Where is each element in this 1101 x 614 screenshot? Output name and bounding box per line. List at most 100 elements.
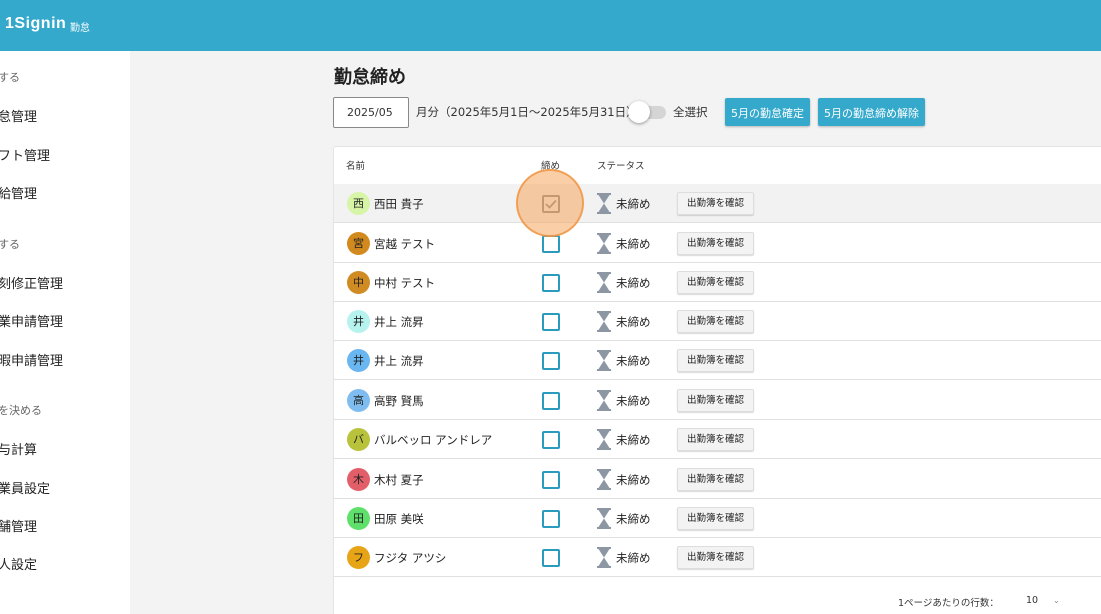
- hourglass-icon: [597, 508, 611, 529]
- check-attendance-button[interactable]: 出勤簿を確認: [677, 192, 754, 215]
- avatar: 中: [347, 271, 370, 294]
- close-checkbox[interactable]: [542, 471, 560, 489]
- table-row: 中中村 テスト 未締め 出勤簿を確認: [334, 263, 1101, 302]
- top-app-bar: 1Signin 勤怠: [0, 0, 1101, 51]
- toggle-knob: [628, 101, 650, 123]
- table-row: 井井上 流昇 未締め 出勤簿を確認: [334, 302, 1101, 341]
- check-attendance-button[interactable]: 出勤簿を確認: [677, 468, 754, 491]
- sidebar-section-label: する: [0, 71, 20, 84]
- sidebar: する 怠管理 フト管理 給管理 する 刻修正管理 業申請管理 暇申請管理 を決め…: [0, 51, 130, 614]
- avatar: バ: [347, 428, 370, 451]
- table-row: 高高野 賢馬 未締め 出勤簿を確認: [334, 381, 1101, 420]
- hourglass-icon: [597, 233, 611, 254]
- table-row: フフジタ アツシ 未締め 出勤簿を確認: [334, 538, 1101, 577]
- column-header-close: 締め: [541, 161, 561, 172]
- avatar: 井: [347, 349, 370, 372]
- status-text: 未締め: [616, 315, 651, 329]
- page-title: 勤怠締め: [334, 67, 406, 88]
- month-input[interactable]: 2025/05: [333, 97, 409, 128]
- sidebar-item-personal-settings[interactable]: 人設定: [0, 554, 37, 573]
- avatar: フ: [347, 546, 370, 569]
- period-label: 月分（2025年5月1日〜2025年5月31日）: [416, 105, 638, 119]
- hourglass-icon: [597, 469, 611, 490]
- sidebar-item-shift[interactable]: フト管理: [0, 145, 50, 164]
- column-header-name: 名前: [346, 161, 366, 172]
- close-checkbox[interactable]: [542, 510, 560, 528]
- release-close-button[interactable]: 5月の勤怠締め解除: [818, 98, 925, 126]
- hourglass-icon: [597, 272, 611, 293]
- sidebar-item-salary-calc[interactable]: 与計算: [0, 439, 37, 458]
- table-row: 木木村 夏子 未締め 出勤簿を確認: [334, 460, 1101, 499]
- check-attendance-button[interactable]: 出勤簿を確認: [677, 389, 754, 412]
- sidebar-section-label: する: [0, 238, 20, 251]
- sidebar-item-leave-requests[interactable]: 暇申請管理: [0, 350, 63, 369]
- avatar: 高: [347, 389, 370, 412]
- hourglass-icon: [597, 350, 611, 371]
- check-attendance-button[interactable]: 出勤簿を確認: [677, 349, 754, 372]
- hourglass-icon: [597, 311, 611, 332]
- check-attendance-button[interactable]: 出勤簿を確認: [677, 271, 754, 294]
- confirm-month-button[interactable]: 5月の勤怠確定: [725, 98, 810, 126]
- rows-per-page-label: 1ページあたりの行数：: [898, 598, 999, 609]
- rows-per-page-select[interactable]: 10: [1026, 595, 1038, 606]
- status-text: 未締め: [616, 551, 651, 565]
- employee-name: 高野 賢馬: [374, 394, 424, 408]
- sidebar-item-store-management[interactable]: 舗管理: [0, 516, 37, 535]
- brand-subtitle: 勤怠: [70, 23, 90, 34]
- status-text: 未締め: [616, 197, 651, 211]
- employee-name: 田原 美咲: [374, 512, 424, 526]
- brand-logo-text[interactable]: 1Signin: [5, 15, 66, 33]
- status-text: 未締め: [616, 354, 651, 368]
- close-checkbox[interactable]: [542, 352, 560, 370]
- close-checkbox[interactable]: [542, 549, 560, 567]
- check-attendance-button[interactable]: 出勤簿を確認: [677, 232, 754, 255]
- table-row: 田田原 美咲 未締め 出勤簿を確認: [334, 499, 1101, 538]
- close-checkbox[interactable]: [542, 431, 560, 449]
- hourglass-icon: [597, 547, 611, 568]
- hourglass-icon: [597, 429, 611, 450]
- check-attendance-button[interactable]: 出勤簿を確認: [677, 507, 754, 530]
- sidebar-item-time-correction[interactable]: 刻修正管理: [0, 273, 63, 292]
- sidebar-section-label: を決める: [0, 404, 42, 417]
- status-text: 未締め: [616, 394, 651, 408]
- status-text: 未締め: [616, 473, 651, 487]
- table-row: ババルベッロ アンドレア 未締め 出勤簿を確認: [334, 420, 1101, 459]
- check-attendance-button[interactable]: 出勤簿を確認: [677, 546, 754, 569]
- sidebar-item-attendance[interactable]: 怠管理: [0, 106, 37, 125]
- employee-name: 井上 流昇: [374, 315, 424, 329]
- status-text: 未締め: [616, 276, 651, 290]
- sidebar-item-employee-settings[interactable]: 業員設定: [0, 478, 50, 497]
- employee-name: 井上 流昇: [374, 354, 424, 368]
- check-attendance-button[interactable]: 出勤簿を確認: [677, 428, 754, 451]
- close-checkbox[interactable]: [542, 195, 560, 213]
- select-all-toggle[interactable]: [628, 101, 668, 123]
- sidebar-item-payroll[interactable]: 給管理: [0, 183, 37, 202]
- table-row: 宮宮越 テスト 未締め 出勤簿を確認: [334, 224, 1101, 263]
- employee-name: 宮越 テスト: [374, 237, 436, 251]
- sidebar-item-overtime-requests[interactable]: 業申請管理: [0, 311, 63, 330]
- avatar: 田: [347, 507, 370, 530]
- close-checkbox[interactable]: [542, 392, 560, 410]
- close-checkbox[interactable]: [542, 274, 560, 292]
- avatar: 木: [347, 468, 370, 491]
- status-text: 未締め: [616, 512, 651, 526]
- chevron-down-icon[interactable]: ⌄: [1053, 596, 1060, 605]
- close-checkbox[interactable]: [542, 313, 560, 331]
- column-header-status: ステータス: [597, 161, 645, 172]
- employee-name: フジタ アツシ: [374, 551, 447, 565]
- status-text: 未締め: [616, 237, 651, 251]
- employee-name: バルベッロ アンドレア: [374, 433, 493, 447]
- employee-name: 木村 夏子: [374, 473, 424, 487]
- employee-name: 中村 テスト: [374, 276, 436, 290]
- avatar: 西: [347, 192, 370, 215]
- status-text: 未締め: [616, 433, 651, 447]
- avatar: 井: [347, 310, 370, 333]
- check-attendance-button[interactable]: 出勤簿を確認: [677, 310, 754, 333]
- avatar: 宮: [347, 232, 370, 255]
- employee-name: 西田 貴子: [374, 197, 424, 211]
- close-checkbox[interactable]: [542, 235, 560, 253]
- table-row: 井井上 流昇 未締め 出勤簿を確認: [334, 341, 1101, 380]
- table-row: 西西田 貴子 未締め 出勤簿を確認: [334, 184, 1101, 223]
- hourglass-icon: [597, 390, 611, 411]
- hourglass-icon: [597, 193, 611, 214]
